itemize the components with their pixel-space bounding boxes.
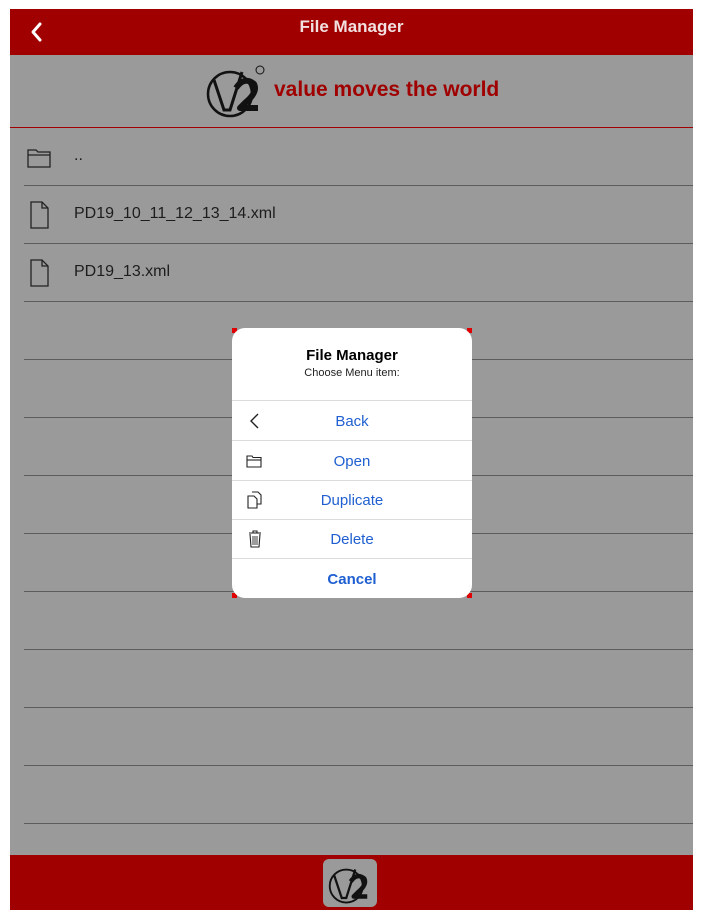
- file-name: PD19_10_11_12_13_14.xml: [74, 205, 276, 222]
- action-sheet-dialog: File Manager Choose Menu item: Back Open…: [232, 328, 472, 598]
- folder-icon: [27, 149, 51, 168]
- list-item[interactable]: PD19_10_11_12_13_14.xml: [24, 186, 693, 244]
- top-navigation-bar: File Manager: [10, 9, 693, 55]
- menu-item-open[interactable]: Open: [232, 441, 472, 481]
- empty-row: [24, 766, 693, 824]
- menu-item-back[interactable]: Back: [232, 401, 472, 441]
- list-item[interactable]: PD19_13.xml: [24, 244, 693, 302]
- file-name: ..: [74, 147, 83, 164]
- menu-item-label: Delete: [330, 531, 374, 548]
- menu-item-label: Back: [335, 413, 369, 430]
- brand-banner: value moves the world: [10, 55, 693, 128]
- brand-tagline: value moves the world: [274, 78, 500, 101]
- file-icon: [30, 201, 49, 229]
- empty-row: [24, 650, 693, 708]
- v2-logo-icon: [206, 65, 265, 118]
- empty-row: [24, 592, 693, 650]
- dialog-subtitle: Choose Menu item:: [304, 367, 400, 379]
- empty-row: [24, 708, 693, 766]
- menu-item-label: Open: [333, 453, 371, 470]
- dialog-header: File Manager Choose Menu item:: [232, 328, 472, 401]
- menu-item-label: Duplicate: [320, 492, 384, 509]
- home-logo-button[interactable]: [323, 859, 377, 907]
- bottom-toolbar: [10, 855, 693, 910]
- brand-logo: value moves the world: [200, 58, 499, 122]
- cancel-label: Cancel: [327, 571, 377, 588]
- menu-item-duplicate[interactable]: Duplicate: [232, 480, 472, 520]
- file-icon: [30, 259, 49, 287]
- menu-item-delete[interactable]: Delete: [232, 519, 472, 559]
- cancel-button[interactable]: Cancel: [232, 559, 472, 598]
- dialog-title: File Manager: [306, 347, 398, 364]
- list-item[interactable]: ..: [24, 128, 693, 186]
- file-name: PD19_13.xml: [74, 263, 171, 280]
- page-title: File Manager: [299, 17, 404, 36]
- v2-logo-icon: [328, 868, 368, 904]
